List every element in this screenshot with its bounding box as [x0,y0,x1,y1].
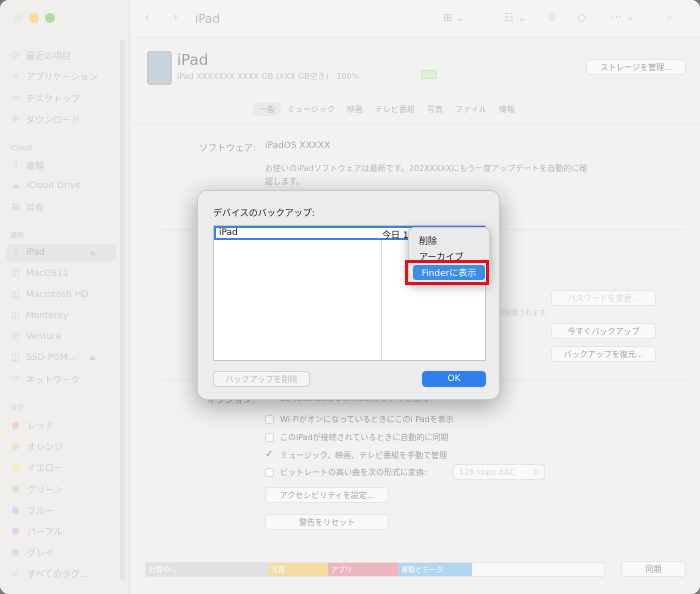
backup-row-name: iPad [219,228,238,238]
dialog-title: デバイスのバックアップ: [213,209,315,219]
ok-button[interactable]: OK [422,371,486,387]
menu-item-delete[interactable]: 削除 [419,234,437,247]
finder-window: ◷ 最近の項目 ⟑ アプリケーション ▭ デスクトップ ⊕ ダウンロード iCloud … [0,0,700,594]
delete-backup-button[interactable]: バックアップを削除 [213,371,310,387]
column-divider [381,240,382,360]
backup-dialog: デバイスのバックアップ: iPad 今日 14 バックアップを削除 OK [197,190,500,400]
highlight-annotation [405,260,489,285]
